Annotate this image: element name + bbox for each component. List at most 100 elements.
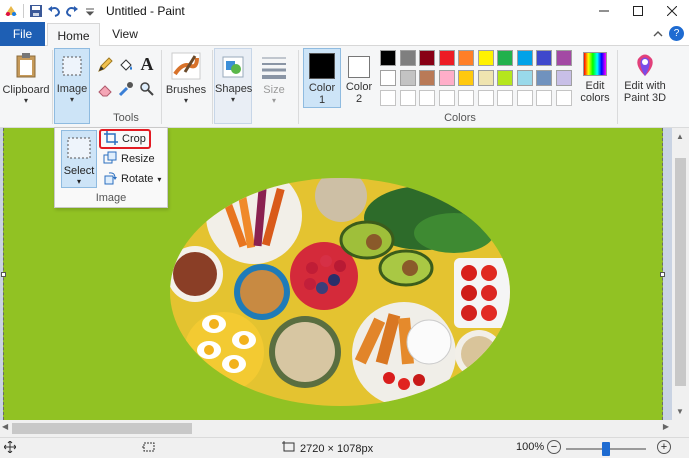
palette-swatch[interactable]	[438, 50, 455, 66]
palette-swatch[interactable]	[380, 90, 396, 106]
scroll-right-arrow-icon[interactable]: ▶	[663, 422, 669, 431]
close-button[interactable]	[655, 0, 689, 22]
canvas-resize-handle[interactable]	[660, 272, 665, 277]
status-bar: 2720 × 1078px 100% − +	[0, 437, 689, 458]
shapes-icon	[221, 55, 245, 79]
color-picker-icon[interactable]	[117, 80, 135, 98]
size-label: Size	[263, 84, 285, 96]
palette-swatch[interactable]	[555, 50, 572, 66]
palette-swatch[interactable]	[536, 90, 552, 106]
image-group-label: Image	[95, 192, 127, 204]
color2-label-line2: 2	[355, 93, 363, 105]
rotate-icon	[103, 171, 117, 188]
select-label: Select	[63, 165, 95, 177]
canvas-resize-handle[interactable]	[1, 272, 6, 277]
palette-swatch[interactable]	[516, 50, 533, 66]
palette-swatch[interactable]	[477, 90, 494, 106]
zoom-slider-thumb[interactable]	[602, 442, 610, 456]
fill-bucket-icon[interactable]	[117, 56, 135, 74]
palette-swatch[interactable]	[477, 50, 494, 66]
rotate-label: Rotate	[121, 173, 154, 185]
horizontal-scroll-thumb[interactable]	[12, 423, 192, 434]
crop-icon	[104, 130, 118, 148]
vertical-scroll-thumb[interactable]	[675, 158, 686, 386]
palette-swatch[interactable]	[458, 90, 474, 106]
maximize-button[interactable]	[621, 0, 655, 22]
chevron-down-icon: ▾	[23, 96, 28, 105]
palette-swatch[interactable]	[516, 90, 533, 106]
rotate-button[interactable]: Rotate ▾	[103, 170, 161, 188]
undo-icon[interactable]	[46, 3, 62, 19]
palette-swatch[interactable]	[536, 70, 552, 86]
palette-swatch[interactable]	[419, 70, 435, 86]
select-region-icon	[66, 136, 92, 160]
help-icon[interactable]: ?	[669, 26, 684, 41]
chevron-down-icon: ▾	[69, 95, 74, 104]
pencil-icon[interactable]	[96, 56, 114, 74]
palette-swatch[interactable]	[380, 50, 396, 66]
palette-swatch[interactable]	[419, 90, 435, 106]
color1-swatch	[309, 53, 335, 79]
palette-swatch[interactable]	[555, 90, 572, 106]
colors-group-label: Colors	[444, 112, 476, 124]
zoom-out-button[interactable]: −	[547, 440, 561, 454]
quick-access-toolbar	[0, 0, 98, 22]
palette-swatch[interactable]	[458, 70, 474, 86]
tab-view[interactable]: View	[104, 22, 146, 46]
tab-home[interactable]: Home	[47, 23, 100, 47]
edit-colors-button[interactable]: Edit colors	[577, 48, 613, 110]
palette-swatch[interactable]	[555, 70, 572, 86]
scroll-up-arrow-icon[interactable]: ▲	[676, 132, 684, 141]
edit-colors-line2: colors	[580, 92, 610, 104]
color1-button[interactable]: Color 1	[303, 48, 341, 108]
size-button[interactable]: Size ▾	[256, 50, 292, 108]
title-bar: Untitled - Paint	[0, 0, 689, 22]
palette-swatch[interactable]	[536, 50, 552, 66]
palette-swatch[interactable]	[477, 70, 494, 86]
chevron-down-icon: ▾	[183, 96, 188, 105]
color2-button[interactable]: Color 2	[342, 48, 376, 108]
collapse-ribbon-icon[interactable]	[653, 29, 663, 41]
scroll-left-arrow-icon[interactable]: ◀	[2, 422, 8, 431]
select-button[interactable]: Select ▾	[61, 130, 97, 188]
crop-button[interactable]: Crop	[99, 129, 151, 149]
resize-button[interactable]: Resize	[103, 150, 155, 168]
customize-toolbar-icon[interactable]	[82, 3, 98, 19]
palette-swatch[interactable]	[399, 70, 416, 86]
image-button[interactable]: Image ▾	[54, 48, 90, 124]
tab-file[interactable]: File	[0, 22, 45, 46]
brushes-button[interactable]: Brushes ▾	[164, 50, 208, 108]
chevron-down-icon: ▾	[271, 96, 276, 105]
vertical-scrollbar[interactable]: ▲ ▼	[672, 128, 689, 420]
palette-swatch[interactable]	[497, 50, 513, 66]
brush-icon	[171, 52, 201, 80]
palette-swatch[interactable]	[516, 70, 533, 86]
edit-with-paint3d-button[interactable]: Edit with Paint 3D	[620, 48, 670, 110]
shapes-button[interactable]: Shapes ▾	[214, 48, 252, 124]
palette-swatch[interactable]	[497, 90, 513, 106]
horizontal-scrollbar[interactable]: ◀ ▶	[0, 420, 689, 437]
palette-swatch[interactable]	[497, 70, 513, 86]
palette-swatch[interactable]	[419, 50, 435, 66]
palette-swatch[interactable]	[438, 70, 455, 86]
palette-swatch[interactable]	[380, 70, 396, 86]
palette-swatch[interactable]	[399, 90, 416, 106]
brushes-label: Brushes	[165, 84, 207, 96]
eraser-icon[interactable]	[96, 80, 114, 98]
paint-app-icon[interactable]	[3, 3, 19, 19]
save-icon[interactable]	[28, 3, 44, 19]
magnifier-icon[interactable]	[138, 80, 156, 98]
scroll-down-arrow-icon[interactable]: ▼	[676, 407, 684, 416]
text-tool-icon[interactable]: A	[138, 54, 156, 74]
zoom-percentage: 100%	[516, 441, 545, 453]
zoom-in-button[interactable]: +	[657, 440, 671, 454]
palette-swatch[interactable]	[438, 90, 455, 106]
minimize-button[interactable]	[587, 0, 621, 22]
chevron-down-icon: ▾	[157, 174, 162, 184]
clipboard-icon	[14, 52, 38, 78]
redo-icon[interactable]	[64, 3, 80, 19]
palette-swatch[interactable]	[458, 50, 474, 66]
ribbon: Clipboard ▾ Image ▾ A Tools Brushes ▾ Sh…	[0, 46, 689, 128]
palette-swatch[interactable]	[399, 50, 416, 66]
clipboard-button[interactable]: Clipboard ▾	[2, 50, 50, 108]
